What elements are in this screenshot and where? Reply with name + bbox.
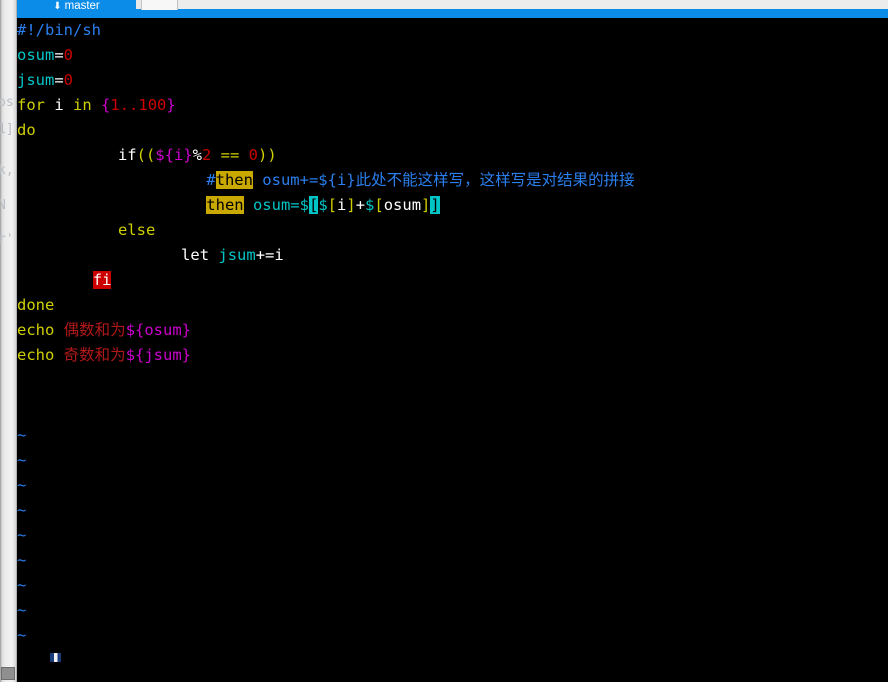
code-line[interactable]: echo 偶数和为${osum} [17, 318, 191, 343]
code-line[interactable]: #!/bin/sh [17, 18, 101, 43]
code-token: % [192, 146, 202, 164]
empty-line-marker: ~ [17, 426, 27, 444]
code-token: + [355, 196, 366, 214]
ghost-text-fragment: r' [0, 232, 14, 247]
empty-line-marker: ~ [17, 576, 27, 594]
code-token: then [206, 196, 244, 214]
code-token: { [101, 96, 111, 114]
code-token: osum=$ [252, 196, 309, 214]
empty-line-marker: ~ [17, 551, 27, 569]
code-token: then [215, 171, 253, 189]
code-token: $ [365, 196, 375, 214]
code-line[interactable]: #then osum+=${i}此处不能这样写，这样写是对结果的拼接 [206, 168, 635, 193]
window-chrome: ⬇ master [17, 0, 888, 18]
tab-master-label: master [64, 0, 100, 12]
background-window-sliver[interactable]: os 1] k, N r' [0, 0, 17, 682]
empty-line-marker: ~ [17, 501, 27, 519]
code-line[interactable]: fi [92, 268, 112, 293]
empty-line-marker: ~ [17, 626, 27, 644]
code-token: 0 [63, 46, 74, 64]
code-token: += [255, 246, 275, 264]
code-line[interactable]: for i in {1..100} [17, 93, 176, 118]
code-token: 0 [248, 146, 259, 164]
code-token: == [220, 146, 240, 164]
code-token: 0 [63, 71, 74, 89]
code-line[interactable]: jsum=0 [17, 68, 73, 93]
code-token: osum [383, 196, 422, 214]
code-token: echo [17, 346, 55, 364]
code-token: jsum [218, 246, 256, 264]
code-token: i [337, 196, 347, 214]
code-token: 奇数和为 [63, 346, 126, 364]
code-line[interactable]: if((${i}%2 == 0)) [118, 143, 277, 168]
empty-line-marker: ~ [17, 451, 27, 469]
code-token: let [181, 246, 210, 264]
code-token: fi [92, 271, 112, 289]
chrome-accent-strip [17, 9, 888, 18]
code-token: ] [430, 196, 440, 214]
empty-line-marker: ~ [17, 476, 27, 494]
vim-command-line[interactable]: :wq [17, 655, 92, 680]
code-token: ${i} [155, 146, 193, 164]
taskbar-tray-icon[interactable] [1, 667, 15, 680]
code-line[interactable]: do [17, 118, 36, 143]
code-token: ${osum} [125, 321, 192, 339]
code-line[interactable]: then osum=$[$[i]+$[osum]] [206, 193, 440, 218]
code-token: #!/bin/sh [17, 21, 101, 39]
code-line[interactable]: osum=0 [17, 43, 73, 68]
code-line[interactable]: else [118, 218, 155, 243]
code-token: )) [258, 146, 277, 164]
code-token: jsum [17, 71, 55, 89]
code-token: 2 [201, 146, 212, 164]
code-token: = [54, 71, 64, 89]
download-icon: ⬇ [53, 1, 62, 12]
code-token: osum+=${i}此处不能这样写，这样写是对结果的拼接 [252, 171, 635, 189]
ghost-text-fragment: N [0, 198, 6, 213]
code-token: $ [318, 196, 328, 214]
code-token: ] [421, 196, 431, 214]
code-token: [ [308, 196, 319, 214]
chrome-divider [178, 0, 888, 9]
code-token: if [117, 146, 137, 164]
tab-master[interactable]: ⬇ master [17, 0, 136, 13]
code-line[interactable]: echo 奇数和为${jsum} [17, 343, 191, 368]
code-line[interactable]: let jsum+=i [181, 243, 284, 268]
code-token: (( [136, 146, 156, 164]
code-token: 偶数和为 [63, 321, 126, 339]
code-token: ] [346, 196, 356, 214]
code-token: = [54, 46, 64, 64]
code-token: # [206, 171, 216, 189]
new-tab-button[interactable] [141, 0, 178, 10]
code-token: [ [327, 196, 337, 214]
empty-line-marker: ~ [17, 526, 27, 544]
code-line[interactable]: done [17, 293, 54, 318]
ghost-text-fragment: k, [0, 163, 14, 178]
code-token: i [274, 246, 284, 264]
code-token: else [117, 221, 156, 239]
empty-line-marker: ~ [17, 601, 27, 619]
code-token: osum [17, 46, 55, 64]
code-token: echo [17, 321, 55, 339]
code-token: do [17, 121, 36, 139]
code-token: i [54, 96, 64, 114]
ghost-text-fragment: 1] [0, 122, 14, 137]
ghost-text-fragment: os [0, 95, 14, 110]
code-token: in [73, 96, 92, 114]
code-token: for [17, 96, 45, 114]
code-token: done [17, 296, 55, 314]
code-token: 1..100 [110, 96, 167, 114]
code-token: } [166, 96, 176, 114]
code-token: ${jsum} [125, 346, 192, 364]
vim-editor[interactable]: #!/bin/sh osum=0 jsum=0 for i in {1..100} do… [17, 18, 888, 682]
code-token: [ [374, 196, 384, 214]
